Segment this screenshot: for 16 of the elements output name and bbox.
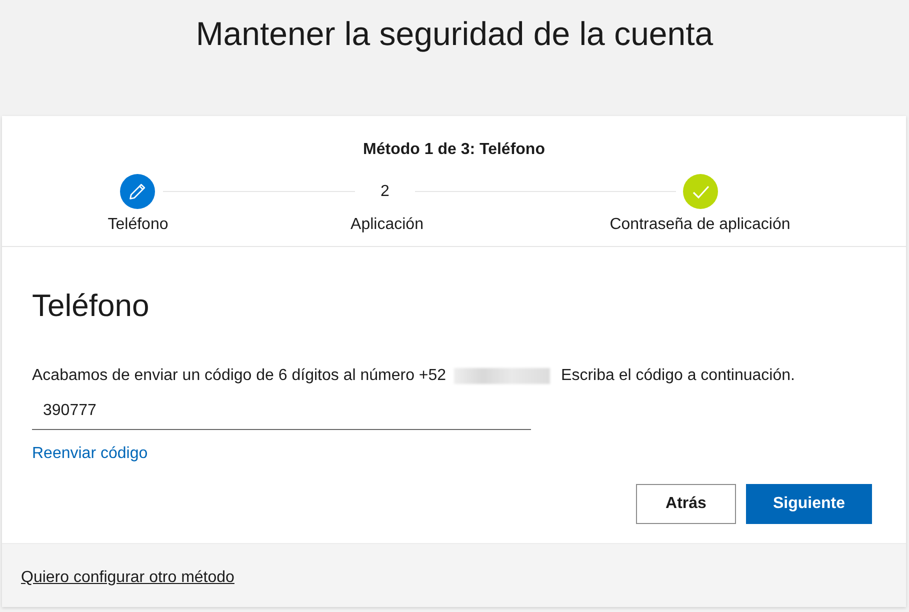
check-icon xyxy=(692,184,710,198)
pencil-icon xyxy=(129,183,146,200)
section-heading: Teléfono xyxy=(32,287,150,325)
instruction-text: Acabamos de enviar un código de 6 dígitos al número +52 xyxy=(32,366,446,386)
step-label: Aplicación xyxy=(350,215,424,235)
instruction-text: Escriba el código a continuación. xyxy=(561,366,795,386)
step-label: Contraseña de aplicación xyxy=(608,215,792,235)
code-field[interactable]: 390777 xyxy=(32,390,531,430)
other-method-link[interactable]: Quiero configurar otro método xyxy=(21,569,234,586)
back-button[interactable]: Atrás xyxy=(636,484,736,524)
page-title: Mantener la seguridad de la cuenta xyxy=(194,14,714,54)
resend-code-link[interactable]: Reenviar código xyxy=(32,442,148,466)
next-button[interactable]: Siguiente xyxy=(746,484,872,524)
step-label: Teléfono xyxy=(106,215,170,235)
progress-title: Método 1 de 3: Teléfono xyxy=(362,140,546,160)
step-number: 2 xyxy=(380,182,390,202)
